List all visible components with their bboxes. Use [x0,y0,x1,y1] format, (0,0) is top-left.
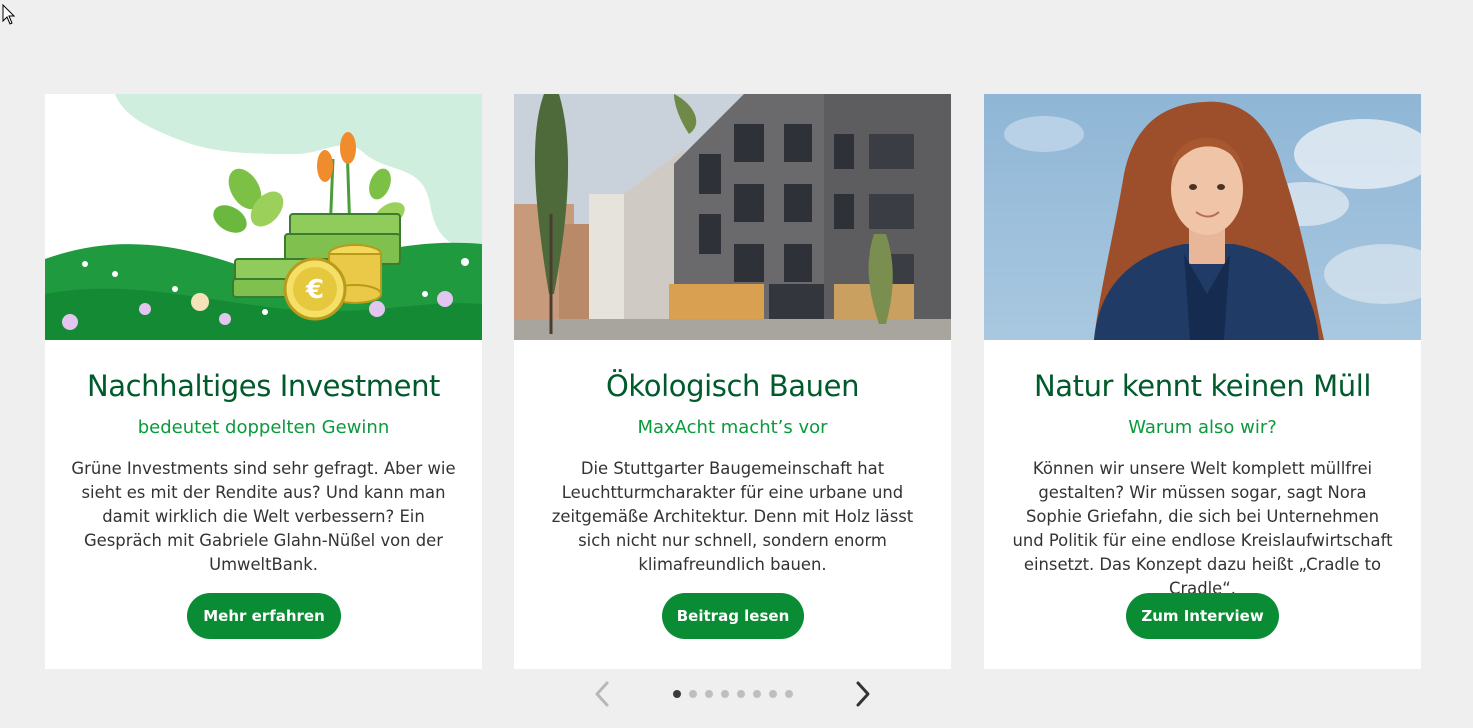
carousel-dot-8[interactable] [785,690,793,698]
card-description: Die Stuttgarter Baugemeinschaft hat Leuc… [551,459,914,574]
portrait-photo-image [984,94,1421,340]
mehr-erfahren-button[interactable]: Mehr erfahren [187,593,341,639]
carousel-prev-button[interactable] [588,678,618,710]
building-photo-image [514,94,951,340]
carousel-dot-2[interactable] [689,690,697,698]
chevron-right-icon [856,681,870,707]
carousel-pagination [0,678,1473,710]
card-subtitle: Warum also wir? [1128,417,1277,438]
beitrag-lesen-button[interactable]: Beitrag lesen [662,593,804,639]
svg-text:€: € [305,275,324,305]
investment-illustration-image: € [45,94,482,340]
carousel-dot-4[interactable] [721,690,729,698]
article-card-natur-muell: Natur kennt keinen Müll Warum also wir? … [984,94,1421,669]
zum-interview-button[interactable]: Zum Interview [1126,593,1279,639]
chevron-left-icon [595,681,609,707]
card-subtitle: MaxAcht macht’s vor [637,417,828,438]
article-card-oekologisch-bauen: Ökologisch Bauen MaxAcht macht’s vor Die… [514,94,951,669]
card-title: Ökologisch Bauen [605,369,860,403]
carousel-dot-7[interactable] [769,690,777,698]
carousel-dot-3[interactable] [705,690,713,698]
carousel-next-button[interactable] [847,678,877,710]
carousel-dot-5[interactable] [737,690,745,698]
carousel-dot-6[interactable] [753,690,761,698]
article-card-investment: € Nachhaltiges Investment bedeutet doppe… [45,94,482,669]
card-subtitle: bedeutet doppelten Gewinn [137,417,390,438]
card-description: Können wir unsere Welt komplett müllfrei… [1012,459,1393,598]
card-description: Grüne Investments sind sehr gefragt. Abe… [71,459,456,574]
card-title: Nachhaltiges Investment [86,369,441,403]
card-title: Natur kennt keinen Müll [1033,369,1372,403]
carousel-dot-1[interactable] [673,690,681,698]
mouse-cursor-icon [2,4,16,25]
